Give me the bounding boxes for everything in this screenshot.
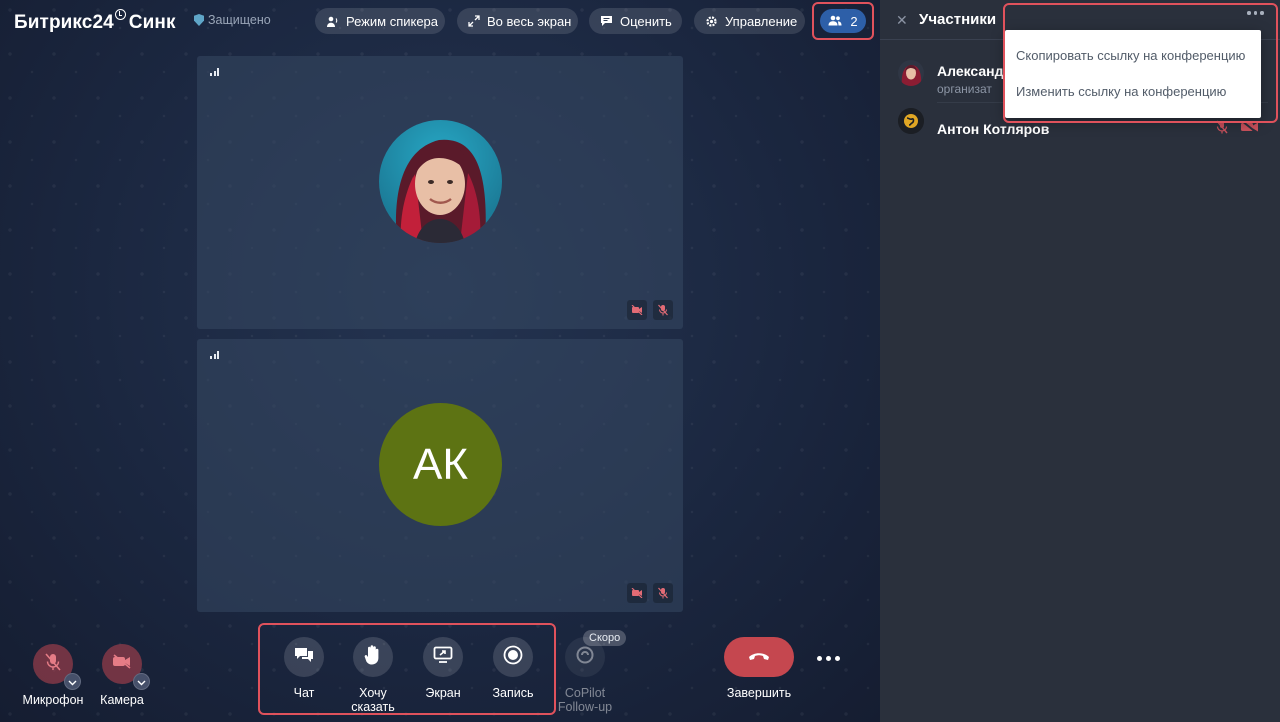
fullscreen-label: Во весь экран: [487, 13, 572, 29]
more-dot-icon: [825, 655, 831, 661]
microphone-label: Микрофон: [22, 693, 84, 707]
camera-off-icon: [627, 300, 647, 320]
gear-icon: [705, 15, 718, 28]
microphone-options-dropdown[interactable]: [64, 673, 81, 690]
fullscreen-button[interactable]: Во весь экран: [457, 8, 578, 34]
end-call-pill: [724, 637, 794, 677]
camera-off-icon: [1240, 120, 1260, 139]
participants-count: 2: [850, 13, 858, 29]
shield-icon: [194, 14, 204, 26]
microphone-toggle[interactable]: [33, 644, 81, 690]
participant-avatar: [898, 108, 924, 134]
raise-hand-label: Хочу сказать: [351, 686, 394, 714]
panel-title: Участники: [919, 11, 997, 28]
record-circle: [493, 637, 533, 677]
raise-hand-label-line1: Хочу: [359, 686, 387, 700]
record-icon: [503, 645, 523, 670]
edit-conference-link-item[interactable]: Изменить ссылку на конференцию: [1016, 84, 1226, 99]
top-bar: Битрикс24 Синк Защищено Режим спикера Во …: [0, 0, 880, 42]
copilot-icon: [575, 645, 595, 670]
copilot-label-line1: CoPilot: [564, 686, 606, 700]
secure-label: Защищено: [208, 13, 271, 27]
participant-avatar-initials: АК: [379, 403, 502, 526]
camera-button[interactable]: Камера: [98, 644, 150, 707]
camera-options-dropdown[interactable]: [133, 673, 150, 690]
camera-off-icon: [112, 654, 132, 674]
camera-label: Камера: [100, 693, 144, 707]
mic-off-icon: [653, 583, 673, 603]
chevron-down-icon: [137, 673, 146, 691]
more-options-button[interactable]: [814, 648, 842, 668]
participant-name: Антон Котляров: [937, 121, 1050, 137]
participant-name: Александ: [937, 63, 1004, 79]
participants-button[interactable]: 2: [812, 2, 874, 40]
signal-strength-icon: [210, 350, 219, 359]
logo-suffix: Синк: [128, 12, 176, 33]
feedback-icon: [600, 15, 613, 28]
conference-link-menu: Скопировать ссылку на конференцию Измени…: [1005, 30, 1261, 118]
microphone-button[interactable]: Микрофон: [22, 644, 84, 707]
participant-role: организат: [937, 82, 992, 96]
soon-badge: Скоро: [583, 630, 627, 646]
camera-off-icon: [627, 583, 647, 603]
signal-strength-icon: [210, 67, 219, 76]
participant-status-icons: [1216, 120, 1260, 139]
end-call-button[interactable]: Завершить: [724, 637, 794, 700]
screen-share-circle: [423, 637, 463, 677]
end-call-label: Завершить: [726, 686, 792, 700]
panel-more-icon[interactable]: [1247, 11, 1264, 15]
logo-text: Битрикс24: [14, 12, 114, 33]
secure-indicator: Защищено: [194, 13, 271, 27]
raise-hand-label-line2: сказать: [351, 700, 395, 714]
raise-hand-button[interactable]: Хочу сказать: [348, 637, 398, 714]
rate-label: Оценить: [620, 13, 672, 29]
copilot-label: CoPilot Follow-up: [558, 686, 612, 714]
manage-label: Управление: [725, 13, 798, 29]
screen-share-label: Экран: [425, 686, 461, 700]
speaker-mode-label: Режим спикера: [346, 13, 439, 29]
app-logo: Битрикс24 Синк: [14, 9, 176, 34]
participants-pill: 2: [820, 9, 866, 33]
mic-off-icon: [45, 652, 61, 676]
record-label: Запись: [492, 686, 534, 700]
raise-hand-circle: [353, 637, 393, 677]
tile-status-icons: [627, 583, 673, 603]
tile-status-icons: [627, 300, 673, 320]
camera-toggle[interactable]: [102, 644, 150, 690]
record-button[interactable]: Запись: [489, 637, 537, 700]
chat-button[interactable]: Чат: [283, 637, 325, 700]
rate-button[interactable]: Оценить: [589, 8, 682, 34]
chat-label: Чат: [293, 686, 315, 700]
more-dot-icon: [834, 655, 840, 661]
mic-off-icon: [1216, 120, 1228, 139]
chat-icon: [294, 646, 314, 668]
clock-icon: [114, 9, 126, 20]
hand-icon: [364, 644, 382, 670]
chevron-down-icon: [68, 673, 77, 691]
copilot-followup-button: CoPilot Follow-up: [557, 637, 613, 714]
menu-dot-icon: [1253, 11, 1257, 15]
copilot-label-line2: Follow-up: [557, 700, 613, 714]
menu-dot-icon: [1247, 11, 1251, 15]
close-icon[interactable]: ✕: [896, 12, 908, 29]
screen-share-icon: [433, 646, 453, 669]
mic-off-icon: [653, 300, 673, 320]
participant-avatar-photo: [379, 120, 502, 243]
participant-avatar: [898, 60, 924, 86]
speaker-mode-button[interactable]: Режим спикера: [315, 8, 445, 34]
chat-circle: [284, 637, 324, 677]
screen-share-button[interactable]: Экран: [421, 637, 465, 700]
video-tile: [197, 56, 683, 329]
speaker-mode-icon: [326, 15, 339, 28]
users-icon: [828, 14, 842, 29]
copy-conference-link-item[interactable]: Скопировать ссылку на конференцию: [1016, 48, 1245, 63]
call-area: Битрикс24 Синк Защищено Режим спикера Во …: [0, 0, 880, 722]
expand-icon: [468, 15, 480, 28]
more-dot-icon: [816, 655, 822, 661]
manage-button[interactable]: Управление: [694, 8, 805, 34]
video-tile: АК: [197, 339, 683, 612]
menu-dot-icon: [1260, 11, 1264, 15]
hang-up-icon: [748, 648, 770, 666]
